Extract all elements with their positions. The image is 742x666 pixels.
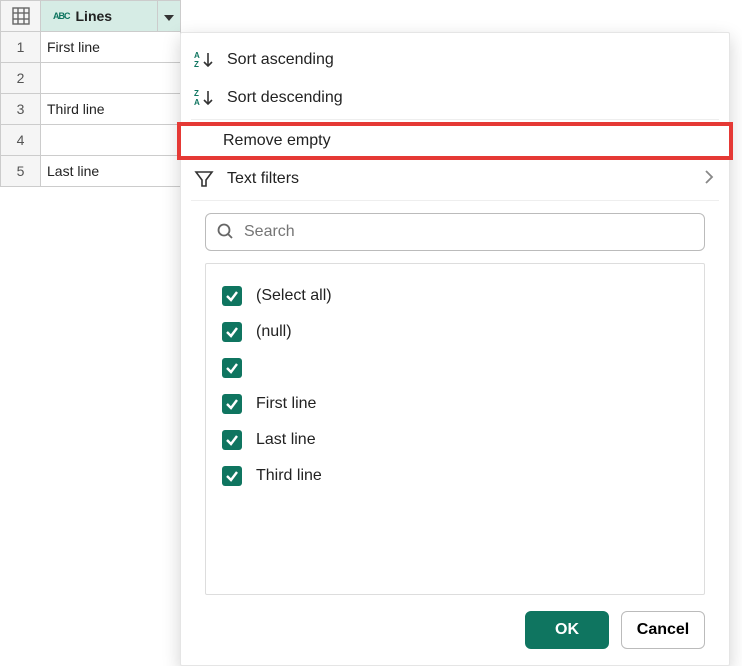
abc-type-icon: ABC <box>53 11 70 21</box>
filter-search[interactable] <box>205 213 705 251</box>
filter-value-item[interactable]: Last line <box>222 422 688 458</box>
svg-text:Z: Z <box>194 60 199 69</box>
cell[interactable]: First line <box>41 32 181 63</box>
row-number: 4 <box>1 125 41 156</box>
filter-value-item[interactable]: Third line <box>222 458 688 494</box>
filter-value-label: (Select all) <box>256 287 332 305</box>
filter-value-item[interactable] <box>222 350 688 386</box>
cancel-button[interactable]: Cancel <box>621 611 705 649</box>
cell[interactable] <box>41 63 181 94</box>
chevron-down-icon <box>164 15 174 21</box>
table-row: 4 <box>1 125 181 156</box>
table-row: 3 Third line <box>1 94 181 125</box>
checkbox-icon[interactable] <box>222 466 242 486</box>
checkbox-icon[interactable] <box>222 286 242 306</box>
menu-separator <box>191 200 719 201</box>
svg-text:A: A <box>194 98 200 107</box>
remove-empty-item[interactable]: Remove empty <box>177 122 733 160</box>
row-number: 2 <box>1 63 41 94</box>
chevron-right-icon <box>703 169 715 190</box>
checkbox-icon[interactable] <box>222 358 242 378</box>
svg-text:Z: Z <box>194 89 199 98</box>
table-row: 5 Last line <box>1 156 181 187</box>
checkbox-icon[interactable] <box>222 394 242 414</box>
svg-text:A: A <box>194 51 200 60</box>
sort-asc-icon: A Z <box>191 50 217 70</box>
cell[interactable]: Last line <box>41 156 181 187</box>
remove-empty-label: Remove empty <box>223 132 715 150</box>
filter-value-label: (null) <box>256 323 292 341</box>
filter-value-select-all[interactable]: (Select all) <box>222 278 688 314</box>
checkbox-icon[interactable] <box>222 322 242 342</box>
filter-value-item[interactable]: (null) <box>222 314 688 350</box>
sort-asc-label: Sort ascending <box>227 51 715 69</box>
cell[interactable] <box>41 125 181 156</box>
sort-ascending-item[interactable]: A Z Sort ascending <box>181 41 729 79</box>
table-row: 1 First line <box>1 32 181 63</box>
column-filter-panel: A Z Sort ascending Z A Sort descending R… <box>180 32 730 666</box>
filter-values-list: (Select all) (null) First line Last line <box>205 263 705 595</box>
row-number: 1 <box>1 32 41 63</box>
filter-value-label: Last line <box>256 431 316 449</box>
checkbox-icon[interactable] <box>222 430 242 450</box>
column-name: Lines <box>76 8 113 24</box>
cell[interactable]: Third line <box>41 94 181 125</box>
sort-desc-icon: Z A <box>191 88 217 108</box>
funnel-icon <box>191 169 217 189</box>
filter-value-item[interactable]: First line <box>222 386 688 422</box>
column-dropdown-toggle[interactable] <box>158 1 181 32</box>
ok-button[interactable]: OK <box>525 611 609 649</box>
filter-value-label: First line <box>256 395 316 413</box>
sort-descending-item[interactable]: Z A Sort descending <box>181 79 729 117</box>
text-filters-item[interactable]: Text filters <box>181 160 729 198</box>
search-icon <box>216 222 234 243</box>
sort-desc-label: Sort descending <box>227 89 715 107</box>
search-input[interactable] <box>242 222 694 242</box>
filter-value-label: Third line <box>256 467 322 485</box>
row-number: 5 <box>1 156 41 187</box>
row-number: 3 <box>1 94 41 125</box>
table-row: 2 <box>1 63 181 94</box>
menu-separator <box>191 119 719 120</box>
column-header-lines[interactable]: ABC Lines <box>41 1 158 32</box>
data-grid: ABC Lines 1 First line 2 3 Third line 4 … <box>0 0 181 187</box>
table-corner-icon <box>1 1 41 32</box>
text-filters-label: Text filters <box>227 170 703 188</box>
